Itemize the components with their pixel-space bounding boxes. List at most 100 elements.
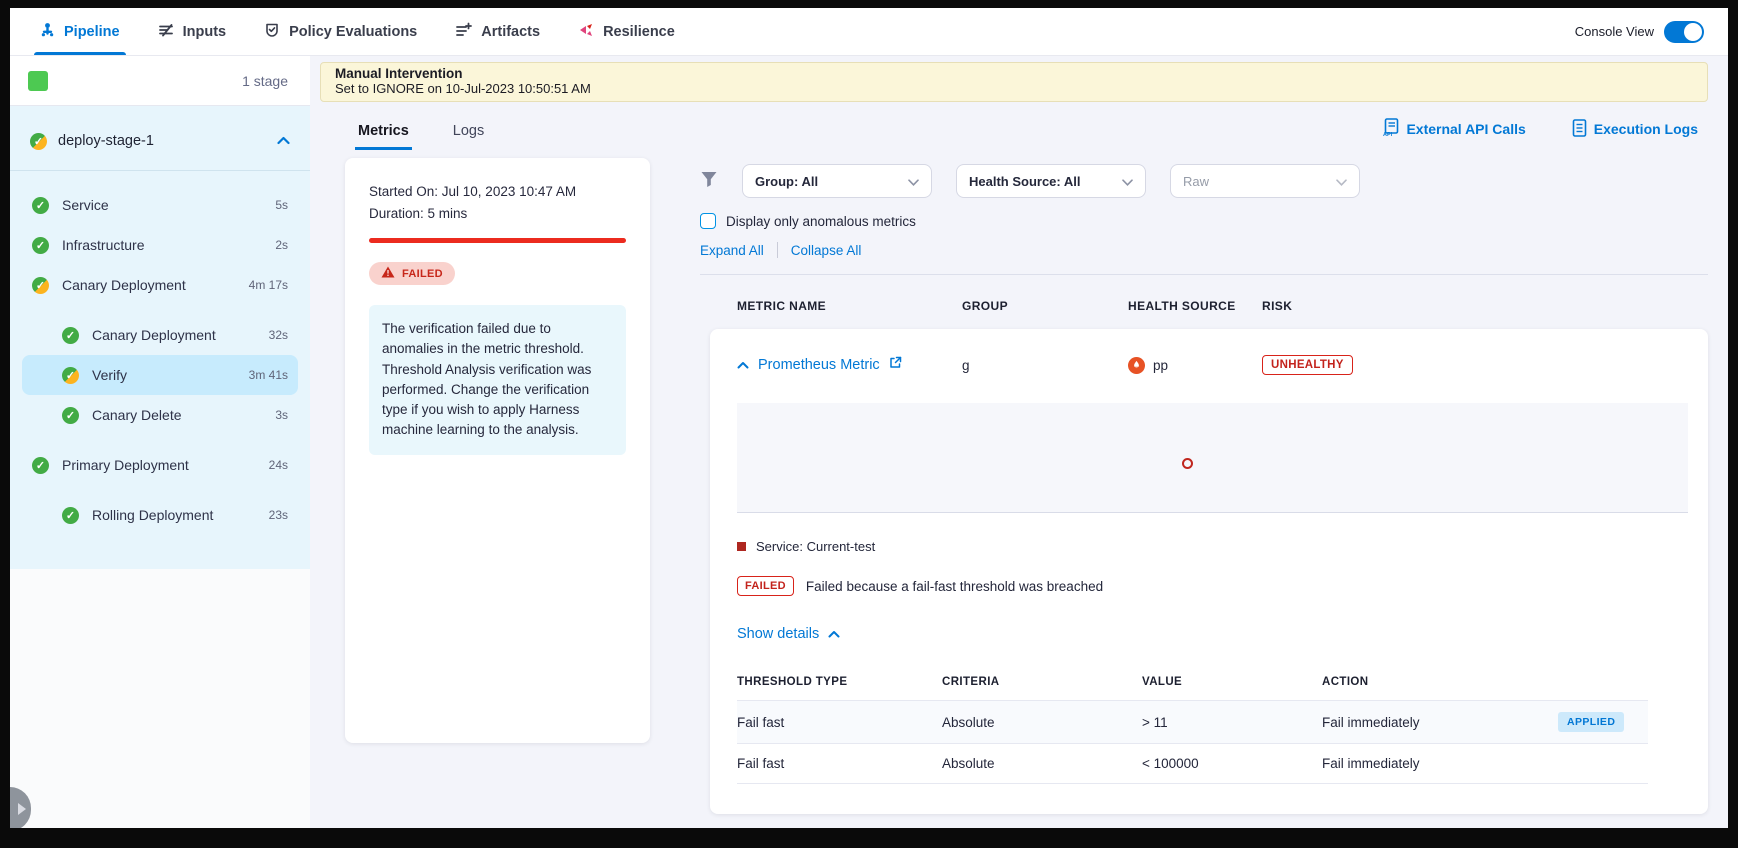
step-label: Canary Deployment — [92, 327, 216, 343]
app-window: Pipeline Inputs Policy Evaluations Artif… — [10, 8, 1728, 828]
check-circle-icon: ✓ — [62, 407, 79, 424]
collapse-all-link[interactable]: Collapse All — [791, 243, 862, 258]
stage-panel: ✓ deploy-stage-1 ✓ Service 5s ✓ Inf — [10, 106, 310, 569]
step-primary-deployment[interactable]: ✓ Primary Deployment 24s — [10, 445, 310, 485]
threshold-criteria: Absolute — [942, 715, 1142, 730]
stage-status-square — [28, 71, 48, 91]
show-details-label: Show details — [737, 626, 819, 642]
metric-group: g — [962, 358, 1128, 373]
verification-message: The verification failed due to anomalies… — [369, 305, 626, 455]
column-header-risk: RISK — [1262, 299, 1708, 313]
execution-logs-link[interactable]: Execution Logs — [1572, 119, 1698, 140]
step-label: Rolling Deployment — [92, 507, 213, 523]
nav-tab-label: Policy Evaluations — [289, 24, 417, 40]
metric-chart — [737, 403, 1688, 513]
step-duration: 5s — [275, 198, 288, 212]
step-duration: 3m 41s — [249, 368, 288, 382]
threshold-type: Fail fast — [737, 756, 942, 771]
stage-name: deploy-stage-1 — [58, 133, 266, 149]
steps-list: ✓ Service 5s ✓ Infrastructure 2s ✓ Canar… — [10, 171, 310, 535]
tab-logs[interactable]: Logs — [450, 123, 487, 150]
stage-summary: 1 stage — [10, 56, 310, 106]
threshold-value: < 100000 — [1142, 756, 1322, 771]
execution-sidebar: 1 stage ✓ deploy-stage-1 ✓ Service 5s — [10, 56, 310, 828]
nav-tab-label: Resilience — [603, 24, 675, 40]
prometheus-icon — [1128, 357, 1145, 374]
step-duration: 3s — [275, 408, 288, 422]
document-icon — [1572, 119, 1587, 140]
legend-marker — [737, 542, 746, 551]
sidebar-empty-area — [10, 569, 310, 828]
column-header-criteria: CRITERIA — [942, 676, 1142, 688]
show-details-link[interactable]: Show details — [737, 626, 1688, 642]
external-link-icon[interactable] — [889, 356, 902, 374]
duration: Duration: 5 mins — [369, 206, 626, 221]
step-duration: 2s — [275, 238, 288, 252]
pipeline-icon — [40, 22, 55, 42]
collapse-chevron-up-icon[interactable] — [737, 356, 749, 374]
metrics-table-header: METRIC NAME GROUP HEALTH SOURCE RISK — [700, 275, 1708, 329]
execution-summary-card: Started On: Jul 10, 2023 10:47 AM Durati… — [345, 158, 650, 743]
nav-tab-artifacts[interactable]: Artifacts — [455, 8, 540, 55]
warning-check-icon: ✓ — [62, 367, 79, 384]
anomalous-filter-row: Display only anomalous metrics — [700, 213, 1708, 229]
expand-all-link[interactable]: Expand All — [700, 243, 764, 258]
step-infrastructure[interactable]: ✓ Infrastructure 2s — [10, 225, 310, 265]
step-duration: 23s — [269, 508, 288, 522]
anomalous-metrics-checkbox[interactable] — [700, 213, 716, 229]
raw-view-dropdown[interactable]: Raw — [1170, 164, 1360, 198]
stage-warning-check-icon: ✓ — [30, 133, 47, 150]
header-links: API External API Calls Execution Logs — [1383, 118, 1708, 150]
warning-check-icon: ✓ — [32, 277, 49, 294]
nav-tab-policy-evaluations[interactable]: Policy Evaluations — [264, 8, 417, 55]
toggle-knob — [1684, 23, 1702, 41]
column-header-threshold-type: THRESHOLD TYPE — [737, 676, 942, 688]
external-api-calls-link[interactable]: API External API Calls — [1383, 118, 1525, 140]
threshold-row: Fail fast Absolute < 100000 Fail immedia… — [737, 744, 1648, 784]
failure-message: Failed because a fail-fast threshold was… — [806, 579, 1103, 594]
metric-name-link[interactable]: Prometheus Metric — [758, 357, 880, 373]
check-circle-icon: ✓ — [32, 457, 49, 474]
nav-tab-pipeline[interactable]: Pipeline — [40, 8, 120, 55]
tab-metrics[interactable]: Metrics — [355, 123, 412, 150]
step-rolling-deployment[interactable]: ✓ Rolling Deployment 23s — [10, 495, 310, 535]
step-canary-deployment-group[interactable]: ✓ Canary Deployment 4m 17s — [10, 265, 310, 305]
step-service[interactable]: ✓ Service 5s — [10, 185, 310, 225]
console-view-control: Console View — [1575, 21, 1704, 43]
stage-header[interactable]: ✓ deploy-stage-1 — [10, 106, 310, 170]
legend-label: Service: Current-test — [756, 539, 875, 554]
threshold-action: Fail immediately — [1322, 756, 1558, 771]
nav-tab-label: Artifacts — [481, 24, 540, 40]
link-label: Execution Logs — [1594, 121, 1698, 137]
chevron-down-icon — [908, 174, 919, 189]
manual-intervention-banner: Manual Intervention Set to IGNORE on 10-… — [320, 62, 1708, 102]
console-view-toggle[interactable] — [1664, 21, 1704, 43]
chart-data-point — [1182, 458, 1193, 469]
health-source-filter-dropdown[interactable]: Health Source: All — [956, 164, 1146, 198]
started-on: Started On: Jul 10, 2023 10:47 AM — [369, 184, 626, 199]
threshold-value: > 11 — [1142, 715, 1322, 730]
thresholds-table: THRESHOLD TYPE CRITERIA VALUE ACTION Fai… — [737, 668, 1648, 784]
failed-badge: FAILED — [737, 576, 794, 596]
step-canary-deployment[interactable]: ✓ Canary Deployment 32s — [10, 315, 310, 355]
step-canary-delete[interactable]: ✓ Canary Delete 3s — [10, 395, 310, 435]
threshold-criteria: Absolute — [942, 756, 1142, 771]
api-document-icon: API — [1383, 118, 1399, 140]
detail-tabs: Metrics Logs API External API Calls Exec… — [320, 114, 1708, 150]
svg-text:API: API — [1383, 132, 1393, 137]
group-filter-dropdown[interactable]: Group: All — [742, 164, 932, 198]
dropdown-value: Health Source: All — [969, 174, 1080, 189]
column-header-action: ACTION — [1322, 676, 1558, 688]
step-verify[interactable]: ✓ Verify 3m 41s — [22, 355, 298, 395]
artifacts-icon — [455, 22, 472, 42]
filter-funnel-icon[interactable] — [700, 170, 718, 193]
top-navigation: Pipeline Inputs Policy Evaluations Artif… — [10, 8, 1728, 56]
metric-card: Prometheus Metric g pp — [710, 329, 1708, 814]
failed-status-badge: FAILED — [369, 262, 455, 285]
chevron-up-icon — [828, 626, 840, 642]
nav-tab-inputs[interactable]: Inputs — [158, 8, 227, 55]
chevron-up-icon[interactable] — [277, 132, 290, 150]
nav-tab-resilience[interactable]: Resilience — [578, 8, 675, 55]
column-header-value: VALUE — [1142, 676, 1322, 688]
threshold-type: Fail fast — [737, 715, 942, 730]
